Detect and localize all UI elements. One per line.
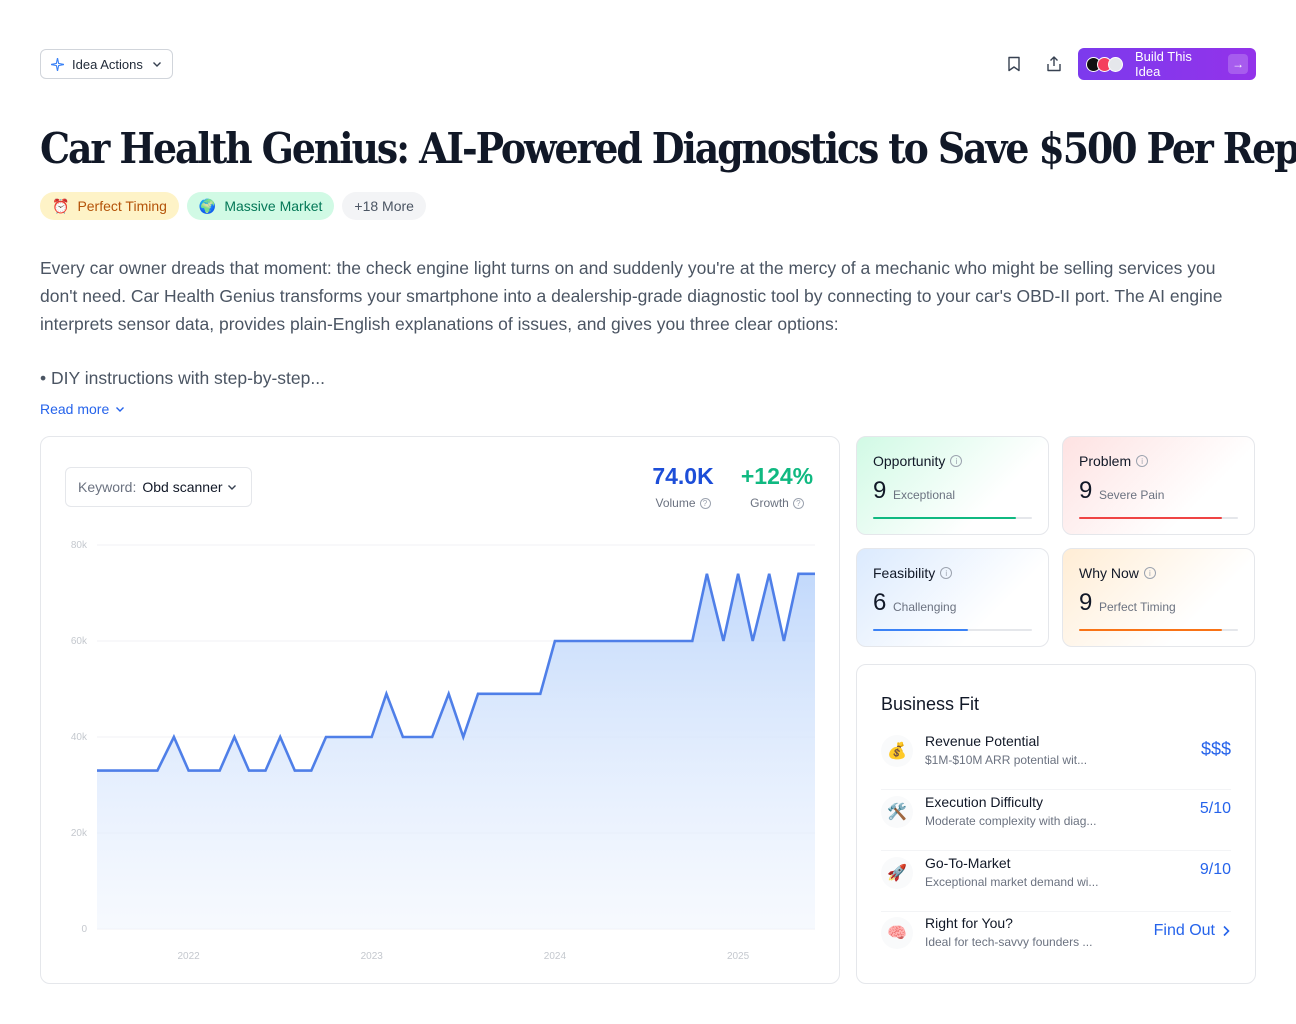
score-card-opportunity[interactable]: Opportunity i 9 Exceptional [856,436,1049,535]
x-tick-label: 2024 [544,951,567,962]
chevron-down-icon [153,62,161,67]
find-out-label: Find Out [1153,922,1215,939]
row-description: $1M-$10M ARR potential wit... [925,753,1088,767]
revenue-potential-row[interactable]: 💰 Revenue Potential $1M-$10M ARR potenti… [881,729,1231,790]
bookmark-icon [1008,56,1020,72]
row-description: Moderate complexity with diag... [925,814,1097,828]
trend-chart-card: Keyword: Obd scanner 74.0K Volume ? +124… [40,436,840,984]
y-tick-label: 0 [81,924,87,935]
info-icon[interactable]: i [940,567,953,579]
score-number: 6 [873,589,887,616]
score-subtitle: Challenging [893,600,957,614]
score-title: Problem [1079,453,1132,469]
find-out-link[interactable]: Find Out [1154,922,1231,940]
row-value: 9/10 [1199,861,1231,878]
idea-actions-dropdown[interactable]: Idea Actions [40,49,173,79]
tools-icon: 🛠️ [881,796,913,828]
search-volume-chart: 0 20k 40k 60k 80k 2022 2023 2024 2025 [71,540,815,962]
score-title: Opportunity [873,453,946,469]
tag-perfect-timing[interactable]: ⏰ Perfect Timing [40,192,179,220]
score-bar [873,517,1032,519]
row-name: Revenue Potential [925,733,1040,749]
score-subtitle: Perfect Timing [1099,600,1176,614]
build-this-idea-button[interactable]: Build This Idea → [1078,48,1256,80]
score-bar-fill [1079,629,1223,631]
score-header: Problem i [1079,453,1238,469]
share-icon [1047,56,1061,72]
score-title: Why Now [1079,565,1139,581]
y-tick-label: 60k [71,636,88,647]
top-bar: Idea Actions Build This Idea → [40,48,1256,80]
score-bar-fill [873,629,969,631]
globe-icon: 🌍 [198,197,217,214]
y-tick-label: 40k [71,732,88,743]
score-number: 9 [1079,477,1093,504]
row-value: 5/10 [1199,800,1231,817]
score-header: Feasibility i [873,565,1032,581]
page-title: Car Health Genius: AI-Powered Diagnostic… [40,124,1296,173]
read-more-link[interactable]: Read more [40,401,125,417]
business-fit-card: Business Fit 💰 Revenue Potential $1M-$10… [856,664,1256,984]
share-button[interactable] [1034,48,1074,80]
score-number: 9 [873,477,887,504]
score-bar [873,629,1032,631]
money-bag-icon: 💰 [881,735,913,767]
row-name: Go-To-Market [925,855,1011,871]
avatar [1108,56,1123,72]
read-more-label: Read more [40,401,110,417]
score-bar-fill [1079,517,1223,519]
tag-label: +18 More [354,198,414,214]
tag-label: Perfect Timing [77,198,167,214]
idea-description: Every car owner dreads that moment: the … [40,258,1223,334]
score-card-feasibility[interactable]: Feasibility i 6 Challenging [856,548,1049,647]
go-to-market-row[interactable]: 🚀 Go-To-Market Exceptional market demand… [881,851,1231,912]
idea-actions-label: Idea Actions [72,56,143,72]
x-tick-label: 2025 [727,951,750,962]
tag-label: Massive Market [224,198,323,214]
y-tick-label: 20k [71,828,88,839]
info-icon[interactable]: i [950,455,963,467]
score-bar [1079,629,1238,631]
tag-list: ⏰ Perfect Timing 🌍 Massive Market +18 Mo… [40,192,426,220]
description-bullet: • DIY instructions with step-by-step... [40,368,325,388]
info-icon[interactable]: i [1136,455,1149,467]
series-area [97,573,815,929]
row-value: $$$ [1200,739,1231,759]
right-for-you-row[interactable]: 🧠 Right for You? Ideal for tech-savvy fo… [881,911,1231,972]
score-bar [1079,517,1238,519]
arrow-right-icon: → [1228,54,1248,74]
build-label: Build This Idea [1135,49,1192,79]
tag-massive-market[interactable]: 🌍 Massive Market [186,192,335,220]
tag-more-button[interactable]: +18 More [342,192,426,220]
business-fit-title: Business Fit [881,694,980,714]
bookmark-button[interactable] [994,48,1034,80]
row-name: Execution Difficulty [925,794,1044,810]
score-subtitle: Exceptional [893,488,956,502]
x-tick-label: 2022 [177,951,200,962]
info-icon[interactable]: i [1143,567,1156,579]
sparkle-icon [51,57,64,71]
chevron-down-icon [116,407,125,412]
brain-icon: 🧠 [881,917,913,949]
execution-difficulty-row[interactable]: 🛠️ Execution Difficulty Moderate complex… [881,790,1231,851]
score-subtitle: Severe Pain [1099,488,1165,502]
score-card-problem[interactable]: Problem i 9 Severe Pain [1062,436,1255,535]
score-header: Why Now i [1079,565,1238,581]
score-bar-fill [873,517,1017,519]
row-description: Exceptional market demand wi... [925,875,1099,889]
row-name: Right for You? [925,915,1013,931]
x-tick-label: 2023 [361,951,384,962]
score-header: Opportunity i [873,453,1032,469]
y-tick-label: 80k [71,540,88,551]
score-title: Feasibility [873,565,936,581]
score-card-why-now[interactable]: Why Now i 9 Perfect Timing [1062,548,1255,647]
chevron-right-icon [1223,925,1230,937]
alarm-clock-icon: ⏰ [52,197,70,214]
row-description: Ideal for tech-savvy founders ... [925,935,1093,949]
score-number: 9 [1079,589,1093,616]
avatar-group [1086,56,1123,72]
rocket-icon: 🚀 [881,857,913,889]
